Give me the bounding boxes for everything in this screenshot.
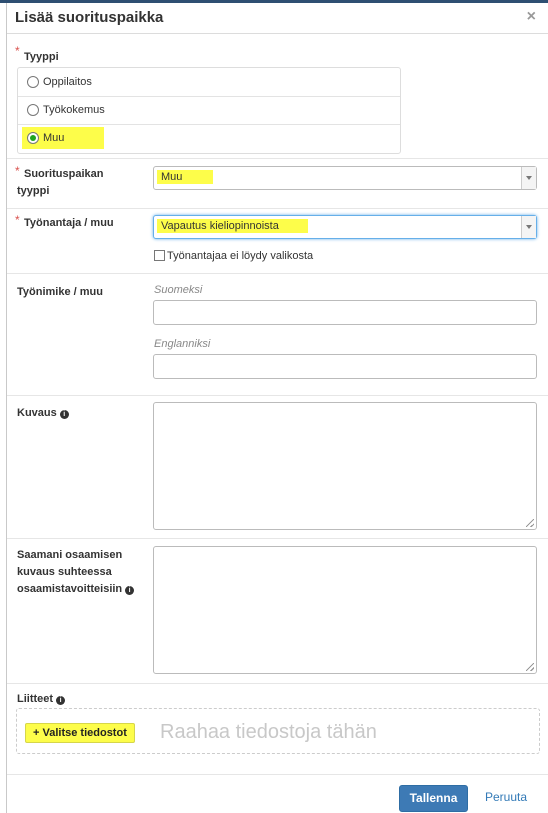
place-type-label-line1: Suorituspaikan xyxy=(24,168,104,180)
description-textarea[interactable] xyxy=(153,402,537,530)
footer-divider xyxy=(7,774,548,775)
radio-button[interactable] xyxy=(27,104,39,116)
job-title-english-input[interactable] xyxy=(153,354,537,379)
attachments-label-text: Liitteet xyxy=(17,693,54,705)
description-label-text: Kuvaus xyxy=(17,407,57,419)
place-type-value: Muu xyxy=(157,170,213,184)
employer-label: Työnantaja / muu xyxy=(24,217,114,229)
employer-value: Vapautus kieliopinnoista xyxy=(157,219,308,233)
employer-select[interactable]: Vapautus kieliopinnoista xyxy=(153,215,537,239)
finnish-hint: Suomeksi xyxy=(154,284,203,296)
competence-label-line3: osaamistavoitteisiin i xyxy=(17,581,135,597)
required-mark: * xyxy=(15,213,20,227)
save-button[interactable]: Tallenna xyxy=(399,785,468,812)
place-type-label-line2: tyyppi xyxy=(17,185,50,197)
divider xyxy=(7,158,548,159)
file-dropzone[interactable]: + Valitse tiedostot Raahaa tiedostoja tä… xyxy=(16,708,540,754)
divider xyxy=(7,683,548,684)
resize-grip-icon[interactable] xyxy=(526,663,534,671)
job-title-finnish-input[interactable] xyxy=(153,300,537,325)
competence-label-line1: Saamani osaamisen xyxy=(17,549,123,561)
divider xyxy=(7,208,548,209)
required-mark: * xyxy=(15,44,20,58)
radio-option-tyokokemus[interactable]: Työkokemus xyxy=(18,96,400,125)
chevron-down-icon[interactable] xyxy=(521,167,536,189)
employer-not-found-checkbox[interactable] xyxy=(154,250,165,261)
choose-files-button[interactable]: + Valitse tiedostot xyxy=(25,723,135,743)
english-hint: Englanniksi xyxy=(154,338,211,350)
divider xyxy=(7,395,548,396)
dialog-title: Lisää suorituspaikka xyxy=(15,9,164,26)
dialog-header: Lisää suorituspaikka × xyxy=(7,3,548,34)
competence-label-line2: kuvaus suhteessa xyxy=(17,566,112,578)
radio-button[interactable] xyxy=(27,76,39,88)
type-radio-group: Oppilaitos Työkokemus Muu xyxy=(17,67,401,154)
choose-files-label: Valitse tiedostot xyxy=(42,727,127,739)
chevron-down-icon[interactable] xyxy=(521,216,536,238)
info-icon[interactable]: i xyxy=(59,410,69,419)
job-title-label: Työnimike / muu xyxy=(17,286,103,298)
resize-grip-icon[interactable] xyxy=(526,519,534,527)
info-icon[interactable]: i xyxy=(56,696,66,705)
type-label: Tyyppi xyxy=(24,51,59,63)
close-icon[interactable]: × xyxy=(527,8,536,26)
place-type-select[interactable]: Muu xyxy=(153,166,537,190)
radio-option-oppilaitos[interactable]: Oppilaitos xyxy=(18,68,400,97)
radio-label: Työkokemus xyxy=(43,104,105,116)
radio-label: Oppilaitos xyxy=(43,76,92,88)
radio-button-selected[interactable] xyxy=(27,132,39,144)
divider xyxy=(7,538,548,539)
add-placement-dialog: Lisää suorituspaikka × * Tyyppi Oppilait… xyxy=(7,3,548,813)
radio-option-muu[interactable]: Muu xyxy=(18,124,400,152)
drop-files-text: Raahaa tiedostoja tähän xyxy=(160,721,377,743)
plus-icon: + xyxy=(33,727,40,739)
divider xyxy=(7,273,548,274)
radio-label: Muu xyxy=(43,132,65,144)
competence-textarea[interactable] xyxy=(153,546,537,674)
attachments-label: Liitteet i xyxy=(17,691,66,707)
info-icon[interactable]: i xyxy=(125,586,135,595)
competence-label-text: osaamistavoitteisiin xyxy=(17,583,123,595)
cancel-link[interactable]: Peruuta xyxy=(485,790,527,804)
description-label: Kuvaus i xyxy=(17,405,69,421)
required-mark: * xyxy=(15,164,20,178)
employer-not-found-label: Työnantajaa ei löydy valikosta xyxy=(167,250,314,262)
